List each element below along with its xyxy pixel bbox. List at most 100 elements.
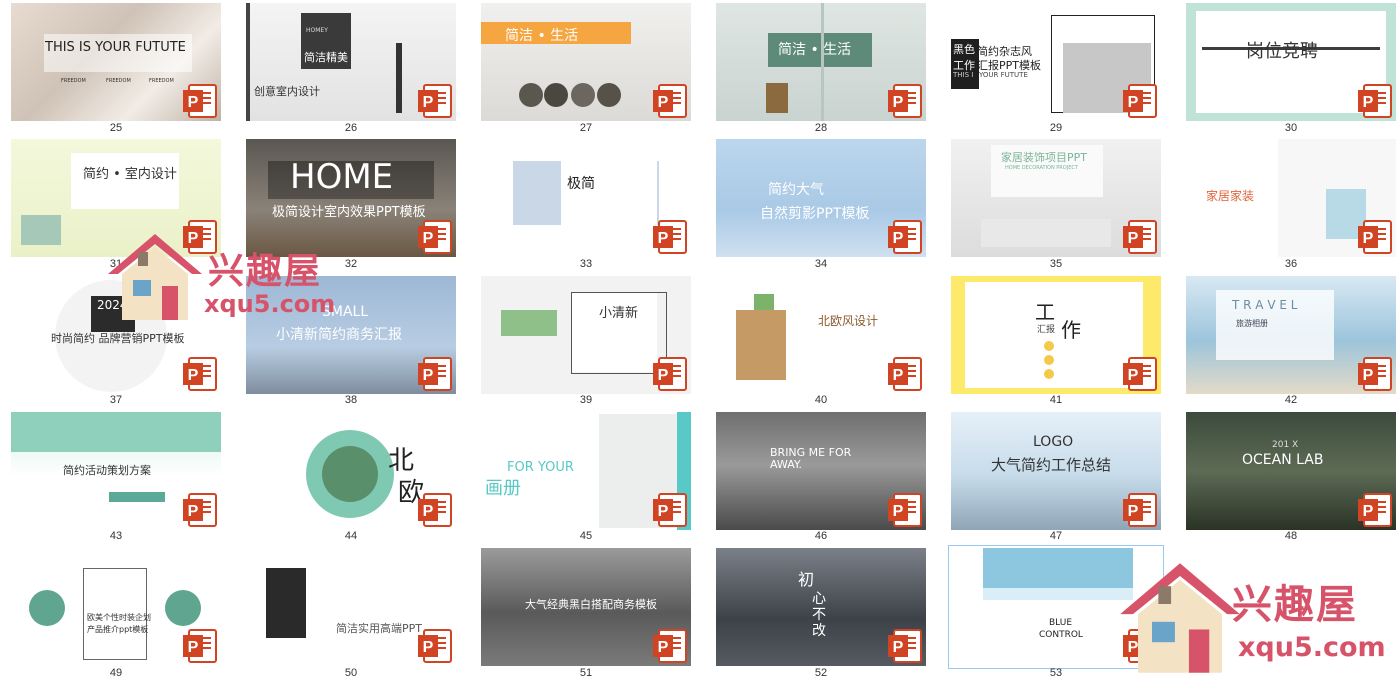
slide-text: FOR YOUR bbox=[507, 460, 574, 475]
slide-text: 改 bbox=[812, 623, 826, 639]
slide-thumbnail[interactable]: 黑色 工作 THIS I 简约杂志风 汇报PPT模板 YOUR FUTUTE P bbox=[951, 3, 1161, 121]
slide-number-label: 46 bbox=[814, 530, 828, 542]
slide-thumbnail[interactable]: 简洁 • 生活 P bbox=[716, 3, 926, 121]
slide-number-label: 25 bbox=[109, 122, 123, 134]
slide-text: FREEDOM bbox=[149, 78, 174, 84]
svg-text:P: P bbox=[893, 230, 904, 247]
slide-decoration bbox=[246, 3, 250, 121]
powerpoint-icon: P bbox=[888, 357, 922, 391]
slide-thumbnail[interactable]: SMALL 小清新简约商务汇报 P bbox=[246, 276, 456, 394]
slide-text: 汇报 bbox=[1037, 325, 1056, 335]
slide-text: AWAY. bbox=[770, 458, 802, 471]
slide-text: FREEDOM bbox=[106, 78, 131, 84]
slide-thumbnail[interactable]: HOMEY 简洁精美 创意室内设计 P bbox=[246, 3, 456, 121]
slide-thumbnail[interactable]: 极简 P bbox=[481, 139, 691, 257]
slide-text: 201 X bbox=[1272, 440, 1299, 450]
slide-thumbnail[interactable]: 简洁实用高端PPT P bbox=[246, 548, 456, 666]
slide-number-label: 45 bbox=[579, 530, 593, 542]
slide-number-label: 28 bbox=[814, 122, 828, 134]
slide-thumbnail[interactable]: 北欧风设计 P bbox=[716, 276, 926, 394]
powerpoint-icon: P bbox=[1123, 493, 1157, 527]
powerpoint-icon: P bbox=[1123, 357, 1157, 391]
svg-text:P: P bbox=[658, 230, 669, 247]
slide-thumbnail[interactable]: 简约 • 室内设计 P bbox=[11, 139, 221, 257]
powerpoint-icon: P bbox=[1123, 84, 1157, 118]
slide-text: 工 bbox=[1035, 300, 1055, 324]
slide-text: 简洁 • 生活 bbox=[778, 42, 852, 58]
slide-decoration bbox=[11, 412, 221, 452]
slide-number-label: 52 bbox=[814, 667, 828, 679]
slide-thumbnail[interactable]: T R A V E L 旅游相册 P bbox=[1186, 276, 1396, 394]
slide-thumbnail[interactable]: FOR YOUR 画册 P bbox=[481, 412, 691, 530]
slide-decoration bbox=[501, 310, 557, 336]
slide-thumbnail[interactable]: 家居装饰项目PPT HOME DECORATION PROJECT P bbox=[951, 139, 1161, 257]
slide-thumbnail[interactable]: 岗位竞聘 P bbox=[1186, 3, 1396, 121]
slide-decoration bbox=[736, 310, 786, 380]
slide-number-label: 43 bbox=[109, 530, 123, 542]
slide-text: 大气简约工作总结 bbox=[991, 456, 1112, 474]
slide-number-label: 26 bbox=[344, 122, 358, 134]
slide-thumbnail[interactable]: 简约活动策划方案 P bbox=[11, 412, 221, 530]
slide-text: 极简设计室内效果PPT模板 bbox=[272, 205, 426, 220]
slide-decoration bbox=[266, 568, 306, 638]
slide-text: 初 bbox=[798, 570, 815, 589]
slide-thumbnail[interactable]: BRING ME FOR AWAY. P bbox=[716, 412, 926, 530]
slide-thumbnail[interactable]: 北欧P bbox=[246, 412, 456, 530]
slide-thumbnail[interactable]: 工作汇报 P bbox=[951, 276, 1161, 394]
slide-number-label: 32 bbox=[344, 258, 358, 270]
slide-thumbnail[interactable]: THIS IS YOUR FUTUTE FREEDOM FREEDOM FREEDOM… bbox=[11, 3, 221, 121]
slide-text: 作 bbox=[1061, 318, 1081, 342]
svg-text:P: P bbox=[1363, 503, 1374, 520]
slide-number-label: 53 bbox=[1049, 667, 1063, 679]
slide-text: 简洁精美 bbox=[304, 51, 348, 64]
slide-number-label: 38 bbox=[344, 394, 358, 406]
powerpoint-icon: P bbox=[183, 357, 217, 391]
slide-thumbnail[interactable]: 2024 时尚简约 品牌营销PPT模板 P bbox=[11, 276, 221, 394]
slide-thumbnail[interactable]: BLUE CONTROL P bbox=[948, 545, 1164, 669]
slide-thumbnail[interactable]: LOGO 大气简约工作总结 P bbox=[951, 412, 1161, 530]
powerpoint-icon: P bbox=[183, 220, 217, 254]
svg-text:P: P bbox=[423, 94, 434, 111]
slide-thumbnail[interactable]: 家居家装 P bbox=[1186, 139, 1396, 257]
slide-text: 黑色 bbox=[953, 43, 975, 56]
slide-number-label: 37 bbox=[109, 394, 123, 406]
powerpoint-icon: P bbox=[1358, 220, 1392, 254]
slide-thumbnail[interactable]: 大气经典黑白搭配商务模板 P bbox=[481, 548, 691, 666]
slide-thumbnail[interactable]: HOME 极简设计室内效果PPT模板 P bbox=[246, 139, 456, 257]
slide-thumbnail[interactable]: 简洁 • 生活 P bbox=[481, 3, 691, 121]
svg-text:P: P bbox=[893, 367, 904, 384]
svg-text:P: P bbox=[893, 639, 904, 656]
powerpoint-icon: P bbox=[1123, 629, 1157, 663]
slide-decoration bbox=[322, 446, 378, 502]
svg-text:P: P bbox=[423, 367, 434, 384]
slide-number-label: 51 bbox=[579, 667, 593, 679]
slide-thumbnail[interactable]: 简约大气 自然剪影PPT模板 P bbox=[716, 139, 926, 257]
svg-text:P: P bbox=[893, 94, 904, 111]
slide-decoration bbox=[1044, 369, 1054, 379]
slide-text: 家居装饰项目PPT bbox=[1001, 151, 1087, 164]
powerpoint-icon: P bbox=[653, 493, 687, 527]
slide-thumbnail[interactable]: 初心不改P bbox=[716, 548, 926, 666]
slide-number-label: 33 bbox=[579, 258, 593, 270]
svg-text:P: P bbox=[423, 230, 434, 247]
slide-decoration bbox=[561, 161, 657, 225]
powerpoint-icon: P bbox=[888, 493, 922, 527]
slide-text: HOME DECORATION PROJECT bbox=[1005, 165, 1078, 171]
slide-number-label: 31 bbox=[109, 258, 123, 270]
slide-number-label: 34 bbox=[814, 258, 828, 270]
slide-decoration bbox=[1044, 341, 1054, 351]
slide-text: 小清新简约商务汇报 bbox=[276, 327, 402, 343]
slide-thumbnail[interactable]: 小清新 P bbox=[481, 276, 691, 394]
powerpoint-icon: P bbox=[418, 493, 452, 527]
slide-decoration bbox=[981, 219, 1111, 247]
slide-number-label: 35 bbox=[1049, 258, 1063, 270]
powerpoint-icon: P bbox=[653, 220, 687, 254]
slide-number-label: 47 bbox=[1049, 530, 1063, 542]
slide-text: THIS I bbox=[953, 71, 974, 79]
slide-text: LOGO bbox=[1033, 434, 1074, 450]
slide-decoration bbox=[165, 590, 201, 626]
powerpoint-icon: P bbox=[888, 629, 922, 663]
slide-thumbnail[interactable]: 201 X OCEAN LAB P bbox=[1186, 412, 1396, 530]
slide-thumbnail-grid: THIS IS YOUR FUTUTE FREEDOM FREEDOM FREEDOM… bbox=[0, 0, 1400, 698]
slide-thumbnail[interactable]: 欧美个性时装企划 产品推介ppt模板 P bbox=[11, 548, 221, 666]
